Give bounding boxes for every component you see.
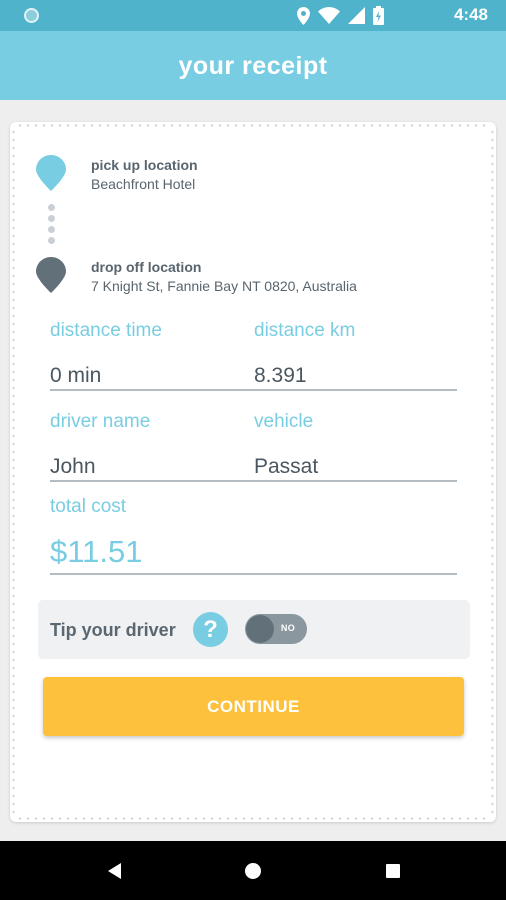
dropoff-pin-icon bbox=[36, 257, 66, 293]
toggle-knob bbox=[246, 615, 274, 643]
distance-time-value: 0 min bbox=[50, 364, 102, 387]
toggle-text: NO bbox=[280, 623, 295, 633]
distance-time-underline bbox=[50, 389, 254, 391]
recents-icon[interactable] bbox=[381, 859, 405, 883]
distance-time-label: distance time bbox=[50, 320, 162, 341]
receipt-perforation-top bbox=[16, 124, 490, 127]
page-title: your receipt bbox=[178, 52, 328, 80]
distance-km-value: 8.391 bbox=[254, 364, 307, 387]
notification-dot-icon bbox=[24, 8, 39, 23]
driver-name-value: John bbox=[50, 455, 96, 478]
pickup-pin-icon bbox=[36, 155, 66, 191]
route-dot bbox=[48, 237, 55, 244]
back-icon[interactable] bbox=[102, 859, 126, 883]
route-dot bbox=[48, 204, 55, 211]
dropoff-value: 7 Knight St, Fannie Bay NT 0820, Austral… bbox=[91, 278, 357, 294]
driver-name-label: driver name bbox=[50, 411, 151, 432]
total-cost-label: total cost bbox=[50, 496, 127, 517]
vehicle-value: Passat bbox=[254, 455, 319, 478]
battery-charging-icon bbox=[373, 6, 384, 25]
route-dot bbox=[48, 215, 55, 222]
total-cost-underline bbox=[50, 573, 457, 575]
status-time: 4:48 bbox=[453, 5, 488, 24]
status-bar: 4:48 bbox=[0, 0, 506, 31]
route-dot bbox=[48, 226, 55, 233]
wifi-icon bbox=[318, 7, 340, 24]
vehicle-label: vehicle bbox=[254, 411, 314, 432]
receipt-perforation-right bbox=[491, 128, 494, 816]
total-cost-value: $11.51 bbox=[50, 534, 143, 569]
receipt-perforation-bottom bbox=[16, 817, 490, 820]
pickup-value: Beachfront Hotel bbox=[91, 176, 196, 192]
receipt-card: pick up location Beachfront Hotel drop o… bbox=[10, 122, 496, 822]
distance-km-underline bbox=[254, 389, 457, 391]
system-icons bbox=[297, 6, 384, 25]
app-header: your receipt bbox=[0, 31, 506, 100]
pickup-label: pick up location bbox=[91, 157, 198, 173]
signal-icon bbox=[348, 7, 365, 24]
nav-bar bbox=[0, 841, 506, 900]
vehicle-underline bbox=[254, 480, 457, 482]
tip-panel: Tip your driver ? NO bbox=[38, 600, 470, 659]
location-icon bbox=[297, 6, 310, 25]
distance-km-label: distance km bbox=[254, 320, 356, 341]
home-icon[interactable] bbox=[241, 859, 265, 883]
driver-name-underline bbox=[50, 480, 254, 482]
dropoff-label: drop off location bbox=[91, 259, 202, 275]
help-icon[interactable]: ? bbox=[193, 612, 228, 647]
tip-label: Tip your driver bbox=[50, 620, 176, 640]
tip-toggle[interactable]: NO bbox=[245, 614, 307, 644]
receipt-perforation-left bbox=[12, 128, 15, 816]
continue-button[interactable]: CONTINUE bbox=[43, 677, 464, 736]
